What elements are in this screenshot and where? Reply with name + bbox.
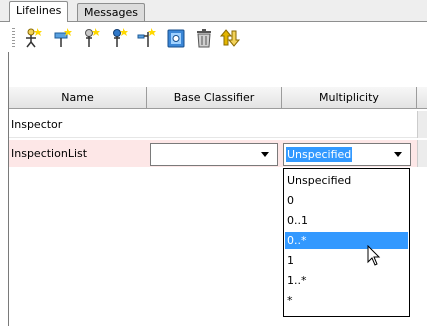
delete-icon[interactable] bbox=[193, 27, 215, 49]
multiplicity-option-highlighted[interactable]: 0..* bbox=[285, 232, 408, 249]
multiplicity-selected-value: Unspecified bbox=[286, 147, 353, 162]
tab-messages[interactable]: Messages bbox=[77, 3, 145, 21]
row-scroll-stub bbox=[417, 140, 427, 167]
multiplicity-combo[interactable]: Unspecified bbox=[283, 143, 411, 166]
chevron-down-icon[interactable] bbox=[261, 152, 269, 157]
add-lifeline-port-icon[interactable] bbox=[136, 27, 158, 49]
column-header-multiplicity[interactable]: Multiplicity bbox=[282, 87, 417, 109]
column-header-base-classifier[interactable]: Base Classifier bbox=[147, 87, 282, 109]
column-header-name[interactable]: Name bbox=[9, 87, 147, 109]
multiplicity-option[interactable]: 1 bbox=[285, 252, 408, 269]
multiplicity-option[interactable]: Unspecified bbox=[285, 172, 408, 189]
column-header-filler bbox=[417, 87, 427, 109]
multiplicity-option[interactable]: 0..1 bbox=[285, 212, 408, 229]
tab-strip: Lifelines Messages bbox=[0, 0, 427, 22]
add-lifeline-icon[interactable] bbox=[22, 27, 44, 49]
add-lifeline-property-icon[interactable] bbox=[52, 27, 74, 49]
mouse-pointer-icon bbox=[367, 245, 381, 266]
toolbar-grip[interactable] bbox=[12, 28, 15, 48]
add-lifeline-part-icon[interactable] bbox=[108, 27, 130, 49]
multiplicity-option[interactable]: 0 bbox=[285, 192, 408, 209]
table-row[interactable]: Inspector bbox=[9, 111, 417, 138]
open-specification-icon[interactable] bbox=[165, 27, 187, 49]
toolbar bbox=[8, 22, 427, 52]
table-header: Name Base Classifier Multiplicity bbox=[8, 87, 427, 110]
add-lifeline-attribute-icon[interactable] bbox=[80, 27, 102, 49]
lifelines-panel: Lifelines Messages Name Base Classifier … bbox=[0, 0, 427, 326]
tab-lifelines[interactable]: Lifelines bbox=[9, 1, 69, 22]
multiplicity-option[interactable]: 1..* bbox=[285, 272, 408, 289]
sort-icon[interactable] bbox=[219, 27, 241, 49]
multiplicity-option[interactable]: * bbox=[285, 292, 408, 309]
chevron-down-icon[interactable] bbox=[394, 152, 402, 157]
base-classifier-combo[interactable] bbox=[150, 143, 278, 166]
multiplicity-dropdown-list: Unspecified 0 0..1 0..* 1 1..* * bbox=[283, 168, 410, 317]
lifeline-name-cell[interactable]: Inspector bbox=[11, 111, 62, 138]
row-scroll-stub bbox=[417, 111, 427, 138]
lifeline-name-cell[interactable]: InspectionList bbox=[11, 140, 87, 167]
